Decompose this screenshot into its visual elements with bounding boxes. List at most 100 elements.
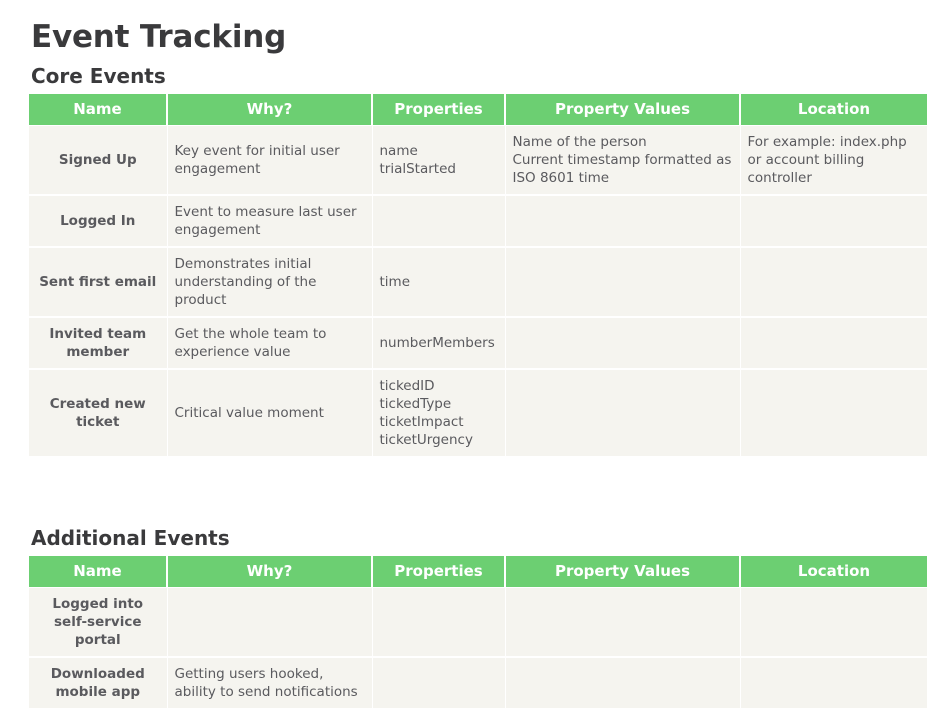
table-spacer <box>0 458 927 526</box>
cell-property-values <box>505 587 741 658</box>
additional-events-table: Name Why? Properties Property Values Loc… <box>29 556 927 710</box>
cell-property-values <box>505 247 741 318</box>
cell-lines: time <box>380 273 498 291</box>
core-events-table: Name Why? Properties Property Values Loc… <box>29 94 927 458</box>
table-header-row: Name Why? Properties Property Values Loc… <box>29 94 927 126</box>
table-header-row: Name Why? Properties Property Values Loc… <box>29 556 927 588</box>
table-row: Logged into self-service portal <box>29 587 927 658</box>
additional-events-table-wrap: Name Why? Properties Property Values Loc… <box>0 556 927 710</box>
table-row: Downloaded mobile app Getting users hooke… <box>29 657 927 710</box>
cell-why: Demonstrates initial understanding of th… <box>167 247 373 318</box>
column-header-name: Name <box>29 94 168 126</box>
cell-location <box>740 195 927 248</box>
cell-properties <box>372 587 506 658</box>
cell-why: Event to measure last user engagement <box>167 195 373 248</box>
cell-location <box>740 369 927 458</box>
empty-cell <box>175 613 365 631</box>
cell-why: Critical value moment <box>167 369 373 458</box>
cell-why: Get the whole team to experience value <box>167 317 373 370</box>
cell-location <box>740 247 927 318</box>
cell-name: Signed Up <box>29 125 168 196</box>
cell-location: For example: index.php or account billin… <box>740 125 927 196</box>
additional-events-table-body: Logged into self-service portal Downloade… <box>29 587 927 710</box>
empty-cell <box>513 404 733 422</box>
cell-property-values: Name of the person Current timestamp form… <box>505 125 741 196</box>
cell-name: Invited team member <box>29 317 168 370</box>
column-header-properties: Properties <box>372 94 506 126</box>
cell-properties <box>372 657 506 710</box>
cell-name: Downloaded mobile app <box>29 657 168 710</box>
column-header-property-values: Property Values <box>505 94 741 126</box>
cell-location <box>740 317 927 370</box>
cell-why: Getting users hooked, ability to send no… <box>167 657 373 710</box>
cell-property-values <box>505 195 741 248</box>
column-header-location: Location <box>740 556 927 588</box>
table-row: Logged In Event to measure last user enga… <box>29 195 927 248</box>
section-heading-additional-events: Additional Events <box>31 526 230 550</box>
additional-events-table-header: Name Why? Properties Property Values Loc… <box>29 556 927 588</box>
cell-property-values <box>505 317 741 370</box>
empty-cell <box>513 674 733 692</box>
empty-cell <box>513 613 733 631</box>
empty-cell <box>748 404 921 422</box>
empty-cell <box>748 273 921 291</box>
cell-line: Current timestamp formatted as ISO 8601 … <box>512 152 732 186</box>
core-events-table-header: Name Why? Properties Property Values Loc… <box>29 94 927 126</box>
cell-line: name <box>379 143 418 159</box>
column-header-why: Why? <box>167 94 373 126</box>
column-header-property-values: Property Values <box>505 556 741 588</box>
table-row: Invited team member Get the whole team to… <box>29 317 927 370</box>
cell-line: tickedType <box>379 396 452 412</box>
empty-cell <box>380 674 498 692</box>
empty-cell <box>380 212 498 230</box>
cell-line: For example: index.php or account billin… <box>747 134 907 186</box>
empty-cell <box>380 613 498 631</box>
empty-cell <box>748 613 921 631</box>
cell-line: numberMembers <box>379 335 495 351</box>
cell-name: Logged into self-service portal <box>29 587 168 658</box>
empty-cell <box>748 212 921 230</box>
cell-line: Name of the person <box>512 134 647 150</box>
empty-cell <box>748 334 921 352</box>
cell-location <box>740 587 927 658</box>
cell-line: time <box>379 274 411 290</box>
table-row: Sent first email Demonstrates initial und… <box>29 247 927 318</box>
page-root: Event Tracking Core Events Name Why? Pro… <box>0 0 927 710</box>
cell-lines: tickedID tickedType ticketImpact ticketUrge… <box>380 377 498 449</box>
cell-why: Key event for initial user engagement <box>167 125 373 196</box>
cell-location <box>740 657 927 710</box>
section-heading-core-events: Core Events <box>31 64 166 88</box>
column-header-name: Name <box>29 556 168 588</box>
column-header-location: Location <box>740 94 927 126</box>
cell-why <box>167 587 373 658</box>
empty-cell <box>513 212 733 230</box>
cell-properties <box>372 195 506 248</box>
empty-cell <box>748 674 921 692</box>
core-events-table-wrap: Name Why? Properties Property Values Loc… <box>0 94 927 458</box>
cell-property-values <box>505 657 741 710</box>
core-events-table-body: Signed Up Key event for initial user enga… <box>29 125 927 458</box>
cell-lines: Name of the person Current timestamp form… <box>513 133 733 187</box>
page-title: Event Tracking <box>31 19 287 55</box>
cell-property-values <box>505 369 741 458</box>
cell-name: Sent first email <box>29 247 168 318</box>
cell-properties: tickedID tickedType ticketImpact ticketUrge… <box>372 369 506 458</box>
cell-lines: For example: index.php or account billin… <box>748 133 921 187</box>
cell-name: Created new ticket <box>29 369 168 458</box>
cell-properties: name trialStarted <box>372 125 506 196</box>
cell-properties: time <box>372 247 506 318</box>
column-header-why: Why? <box>167 556 373 588</box>
cell-line: ticketImpact <box>379 414 464 430</box>
table-row: Signed Up Key event for initial user enga… <box>29 125 927 196</box>
column-header-properties: Properties <box>372 556 506 588</box>
empty-cell <box>513 273 733 291</box>
table-row: Created new ticket Critical value moment t… <box>29 369 927 458</box>
cell-lines: numberMembers <box>380 334 498 352</box>
empty-cell <box>513 334 733 352</box>
cell-properties: numberMembers <box>372 317 506 370</box>
cell-line: tickedID <box>379 378 435 394</box>
cell-name: Logged In <box>29 195 168 248</box>
cell-lines: name trialStarted <box>380 142 498 178</box>
cell-line: trialStarted <box>379 161 456 177</box>
cell-line: ticketUrgency <box>379 432 473 448</box>
